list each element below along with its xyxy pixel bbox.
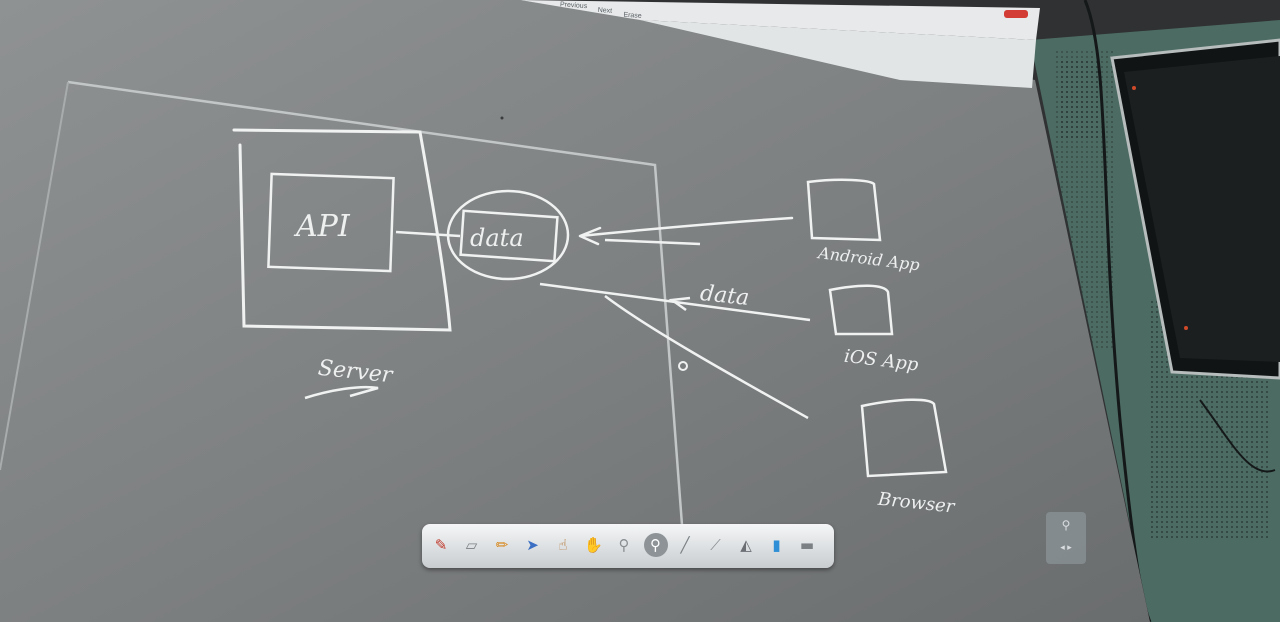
background-icon[interactable]: ▮: [766, 533, 788, 557]
arrow-data-label: data: [699, 281, 751, 311]
marker-icon[interactable]: ╱: [674, 533, 696, 557]
erase-menu-label[interactable]: Erase: [623, 12, 642, 20]
highlighter-icon[interactable]: ✏: [491, 533, 513, 557]
pen-icon[interactable]: ✎: [430, 533, 452, 557]
shapes-icon[interactable]: ◭: [735, 533, 757, 557]
zoom-icon[interactable]: ⚲: [643, 533, 668, 557]
drawing-toolbar: ✎ ▱ ✏ ➤ ☝ ✋ ⚲ ⚲ ╱ ⟋ ◭ ▮ ▬: [422, 524, 834, 568]
zoom-arrows-icon: ◂ ▸: [1060, 542, 1072, 552]
hand-pointer-icon[interactable]: ☝: [552, 533, 574, 557]
line-tool-icon[interactable]: ⟋: [705, 533, 727, 557]
next-menu-label[interactable]: Next: [597, 7, 612, 15]
laser-pointer-icon[interactable]: ⚲: [613, 533, 635, 557]
select-arrow-icon[interactable]: ➤: [522, 533, 544, 557]
pan-hand-icon[interactable]: ✋: [583, 533, 605, 557]
api-label: API: [293, 209, 351, 244]
record-indicator: [1004, 10, 1028, 18]
zoom-magnifier-icon: ⚲: [1061, 518, 1071, 532]
zoom-widget[interactable]: ⚲ ◂ ▸: [1046, 512, 1086, 564]
screen-icon[interactable]: ▬: [796, 533, 818, 557]
eraser-icon[interactable]: ▱: [461, 533, 483, 557]
data-label: data: [470, 224, 524, 252]
